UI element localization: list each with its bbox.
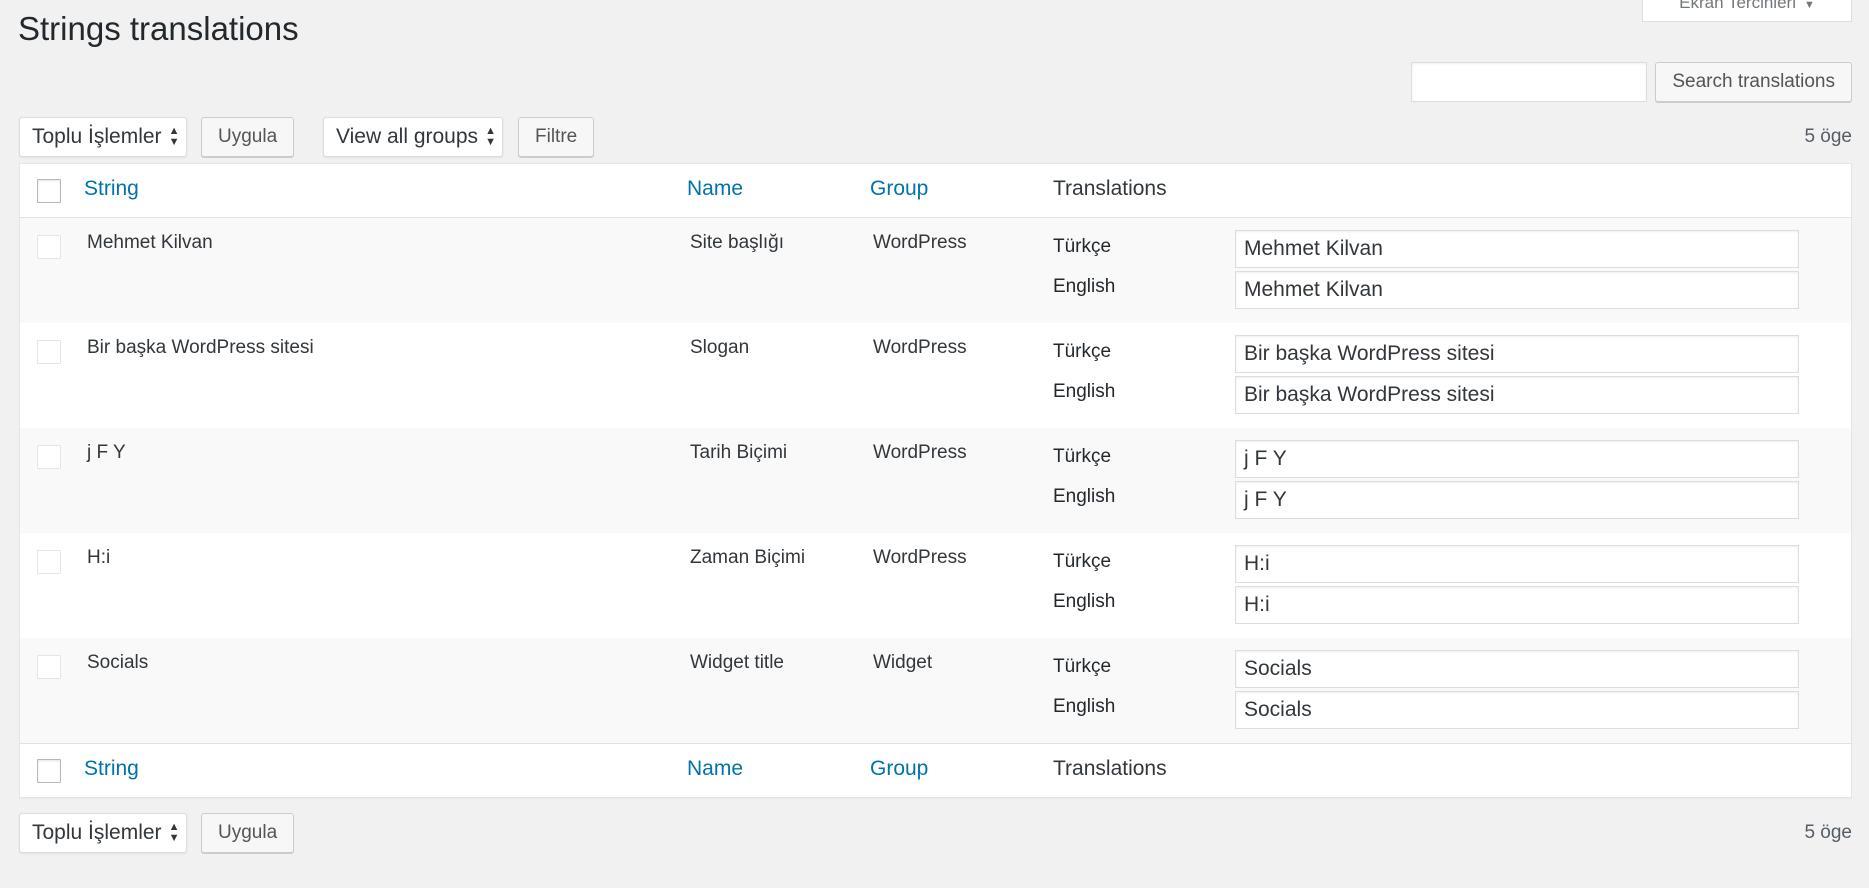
table-row: Socials Widget title Widget Türkçe Socia… [20, 638, 1851, 743]
language-label: Türkçe [1053, 446, 1112, 467]
screen-options-button[interactable]: Ekran Tercihleri ▼ [1642, 0, 1852, 22]
translation-input[interactable]: Bir başka WordPress sitesi [1235, 376, 1799, 414]
caret-down-icon: ▼ [1803, 0, 1815, 11]
string-cell: Bir başka WordPress sitesi [87, 337, 314, 358]
column-header-group[interactable]: Group [870, 177, 928, 201]
row-checkbox[interactable] [37, 340, 61, 364]
screen-options-label: Ekran Tercihleri [1679, 0, 1796, 12]
language-label: Türkçe [1053, 551, 1112, 572]
row-checkbox[interactable] [37, 445, 61, 469]
column-footer-translations: Translations [1053, 757, 1167, 780]
page: Ekran Tercihleri ▼ Strings translations S… [0, 0, 1869, 888]
select-arrows-icon: ▲ ▼ [168, 125, 180, 148]
group-cell: WordPress [873, 442, 967, 463]
group-cell: WordPress [873, 337, 967, 358]
translation-input[interactable]: Socials [1235, 650, 1799, 688]
group-cell: WordPress [873, 547, 967, 568]
bulk-actions-value: Toplu İşlemler [32, 821, 162, 844]
group-cell: WordPress [873, 232, 967, 253]
item-count: 5 öge [1804, 126, 1852, 147]
group-filter-select[interactable]: View all groups ▲ ▼ [323, 117, 504, 157]
column-header-name[interactable]: Name [687, 177, 743, 201]
string-cell: H:i [87, 547, 111, 568]
translation-input[interactable]: Mehmet Kilvan [1235, 230, 1799, 268]
language-label: English [1053, 591, 1116, 612]
column-footer-string[interactable]: String [84, 757, 139, 781]
tablenav-top: Toplu İşlemler ▲ ▼ Uygula View all groups… [19, 117, 1852, 157]
translation-input[interactable]: H:i [1235, 586, 1799, 624]
name-cell: Slogan [690, 337, 750, 358]
translation-input[interactable]: Bir başka WordPress sitesi [1235, 335, 1799, 373]
tablenav-bottom: Toplu İşlemler ▲ ▼ Uygula 5 öge [19, 813, 1852, 853]
translation-input[interactable]: H:i [1235, 545, 1799, 583]
filter-button[interactable]: Filtre [518, 117, 595, 157]
language-label: English [1053, 276, 1116, 297]
bulk-actions-value: Toplu İşlemler [32, 125, 162, 148]
name-cell: Zaman Biçimi [690, 547, 806, 568]
name-cell: Site başlığı [690, 232, 784, 253]
translation-input[interactable]: Mehmet Kilvan [1235, 271, 1799, 309]
page-title: Strings translations [18, 10, 299, 47]
translation-input[interactable]: Socials [1235, 691, 1799, 729]
table-row: Bir başka WordPress sitesi Slogan WordPr… [20, 323, 1851, 428]
apply-button[interactable]: Uygula [201, 813, 295, 853]
language-label: Türkçe [1053, 341, 1112, 362]
item-count: 5 öge [1804, 822, 1852, 843]
column-footer-group[interactable]: Group [870, 757, 928, 781]
language-label: English [1053, 696, 1116, 717]
select-all-checkbox[interactable] [37, 759, 61, 783]
select-arrows-icon: ▲ ▼ [485, 125, 497, 148]
search-translations-button[interactable]: Search translations [1655, 62, 1852, 102]
search-box: Search translations [1411, 62, 1852, 102]
search-input[interactable] [1411, 62, 1648, 102]
column-header-translations: Translations [1053, 177, 1167, 200]
name-cell: Tarih Biçimi [690, 442, 788, 463]
group-filter-value: View all groups [336, 125, 479, 148]
row-checkbox[interactable] [37, 550, 61, 574]
language-label: English [1053, 486, 1116, 507]
table-row: j F Y Tarih Biçimi WordPress Türkçe j F … [20, 428, 1851, 533]
name-cell: Widget title [690, 652, 784, 673]
row-checkbox[interactable] [37, 235, 61, 259]
table-row: Mehmet Kilvan Site başlığı WordPress Tür… [20, 218, 1851, 323]
translation-input[interactable]: j F Y [1235, 481, 1799, 519]
string-cell: Mehmet Kilvan [87, 232, 213, 253]
language-label: Türkçe [1053, 656, 1112, 677]
bulk-actions-select[interactable]: Toplu İşlemler ▲ ▼ [19, 117, 187, 157]
apply-button[interactable]: Uygula [201, 117, 295, 157]
bulk-actions-select[interactable]: Toplu İşlemler ▲ ▼ [19, 813, 187, 853]
string-cell: j F Y [87, 442, 126, 463]
translation-input[interactable]: j F Y [1235, 440, 1799, 478]
table-row: H:i Zaman Biçimi WordPress Türkçe H:i En… [20, 533, 1851, 638]
row-checkbox[interactable] [37, 655, 61, 679]
table-footer: String Name Group Translations [20, 743, 1851, 797]
string-cell: Socials [87, 652, 149, 673]
column-header-string[interactable]: String [84, 177, 139, 201]
select-all-checkbox[interactable] [37, 179, 61, 203]
group-cell: Widget [873, 652, 933, 673]
table-header: String Name Group Translations [20, 164, 1851, 218]
language-label: English [1053, 381, 1116, 402]
strings-table: String Name Group Translations Mehmet Ki… [19, 163, 1852, 798]
column-footer-name[interactable]: Name [687, 757, 743, 781]
select-arrows-icon: ▲ ▼ [168, 821, 180, 844]
language-label: Türkçe [1053, 236, 1112, 257]
